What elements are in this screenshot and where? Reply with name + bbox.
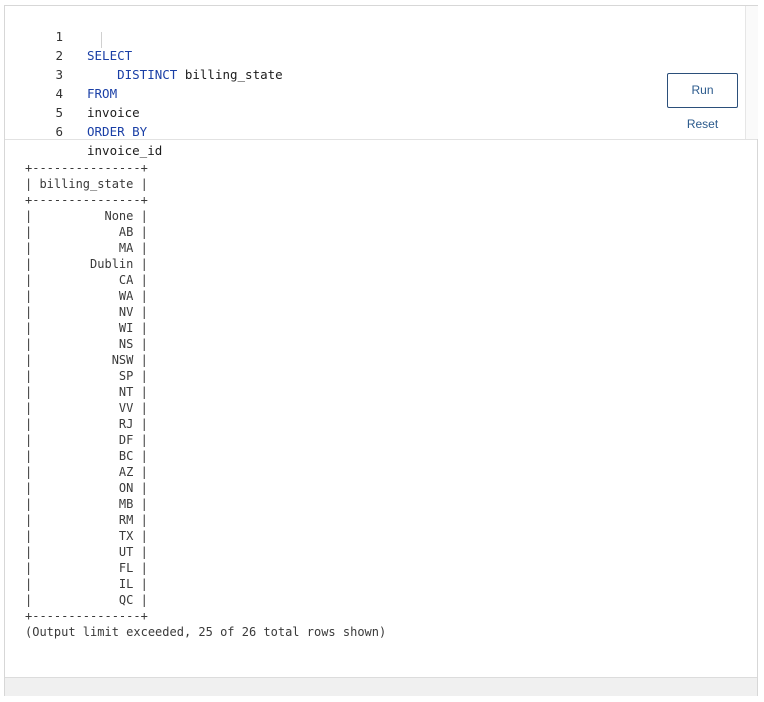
- table-row: | None |: [25, 209, 148, 223]
- footer-bar: [5, 677, 757, 696]
- table-row: | SP |: [25, 369, 148, 383]
- table-border: +---------------+: [25, 161, 148, 175]
- code-line-1: 1 SELECT: [5, 8, 605, 63]
- table-row: | RM |: [25, 513, 148, 527]
- identifier-invoice-id: invoice_id: [87, 143, 163, 158]
- table-border: +---------------+: [25, 193, 148, 207]
- table-row: | MA |: [25, 241, 148, 255]
- table-row: | WA |: [25, 289, 148, 303]
- table-row: | CA |: [25, 273, 148, 287]
- keyword-order-by: ORDER BY: [87, 124, 148, 139]
- table-row: | NV |: [25, 305, 148, 319]
- table-row: | NT |: [25, 385, 148, 399]
- table-header: | billing_state |: [25, 177, 148, 191]
- table-row: | Dublin |: [25, 257, 148, 271]
- table-row: | VV |: [25, 401, 148, 415]
- table-row: | NS |: [25, 337, 148, 351]
- table-row: | RJ |: [25, 417, 148, 431]
- code-line-4: 4 invoice: [5, 65, 605, 120]
- code-line-6: 6 invoice_id: [5, 103, 605, 158]
- code-editor[interactable]: 1 SELECT 2 DISTINCT billing_state 3 FROM…: [5, 6, 758, 158]
- table-row: | DF |: [25, 433, 148, 447]
- table-row: | UT |: [25, 545, 148, 559]
- sql-widget: 1 SELECT 2 DISTINCT billing_state 3 FROM…: [4, 5, 758, 696]
- table-row: | WI |: [25, 321, 148, 335]
- reset-link[interactable]: Reset: [667, 116, 738, 132]
- run-button[interactable]: Run: [667, 73, 738, 108]
- code-line-3: 3 FROM: [5, 46, 605, 101]
- query-output: +---------------+ | billing_state | +---…: [25, 160, 386, 640]
- code-line-5: 5 ORDER BY: [5, 84, 605, 139]
- table-row: | MB |: [25, 497, 148, 511]
- table-border: +---------------+: [25, 609, 148, 623]
- table-row: | NSW |: [25, 353, 148, 367]
- table-row: | TX |: [25, 529, 148, 543]
- table-row: | FL |: [25, 561, 148, 575]
- editor-scrollbar[interactable]: [745, 6, 758, 139]
- table-row: | QC |: [25, 593, 148, 607]
- table-row: | AB |: [25, 225, 148, 239]
- table-row: | BC |: [25, 449, 148, 463]
- output-status: (Output limit exceeded, 25 of 26 total r…: [25, 625, 387, 639]
- code-line-2: 2 DISTINCT billing_state: [5, 27, 605, 82]
- table-row: | ON |: [25, 481, 148, 495]
- line-number: 6: [55, 124, 63, 139]
- table-row: | AZ |: [25, 465, 148, 479]
- table-row: | IL |: [25, 577, 148, 591]
